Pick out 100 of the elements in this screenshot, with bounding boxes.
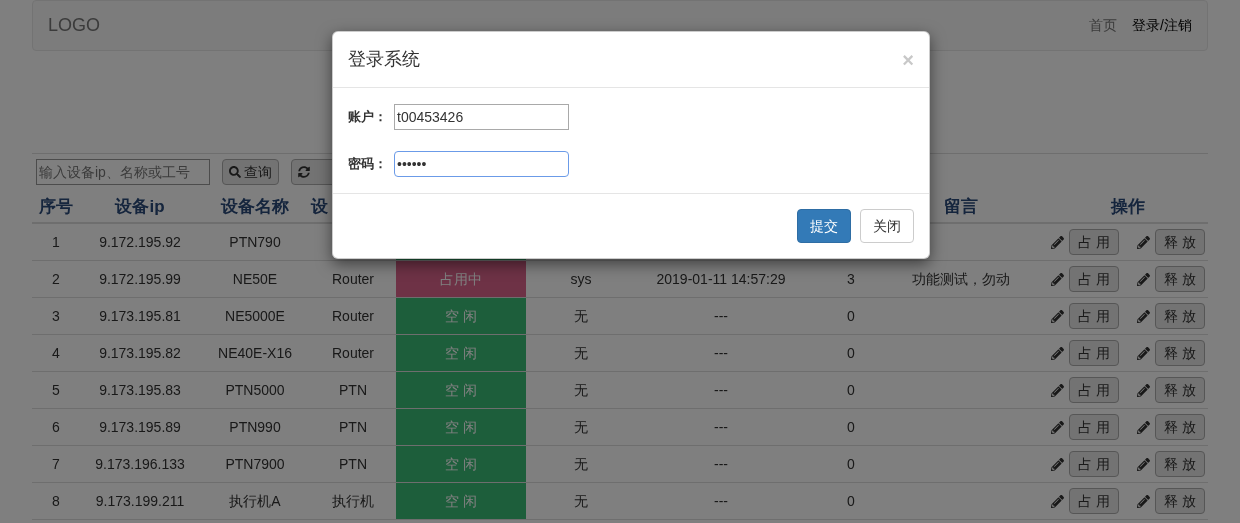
- input-field[interactable]: t00453426: [394, 104, 569, 130]
- table-cell-text: 无: [574, 306, 588, 326]
- status-cell: 占用中: [396, 261, 526, 297]
- action-button[interactable]: 占 用: [1069, 266, 1119, 292]
- table-cell-text: 5: [52, 380, 60, 400]
- dialog-title: 登录系统: [348, 48, 420, 71]
- table-cell-text: 0: [847, 417, 855, 437]
- pencil-icon: [1051, 309, 1065, 323]
- table-cell-text: PTN: [339, 380, 367, 400]
- pencil-icon: [1051, 420, 1065, 434]
- table-cell-text: 3: [847, 269, 855, 289]
- status-cell: 空 闲: [396, 372, 526, 408]
- table-cell-text: PTN: [339, 454, 367, 474]
- table-cell-text: 无: [574, 454, 588, 474]
- nav-link[interactable]: 登录/注销: [1132, 15, 1192, 36]
- table-cell-text: 0: [847, 306, 855, 326]
- submit-button[interactable]: 提交: [797, 209, 851, 243]
- query-button[interactable]: 查询: [222, 159, 279, 185]
- table-cell-text: PTN: [339, 417, 367, 437]
- table-cell-text: 0: [847, 454, 855, 474]
- table-cell-text: 9.173.195.83: [99, 380, 181, 400]
- column-header: 序号: [39, 196, 73, 219]
- pencil-icon: [1137, 235, 1150, 249]
- status-cell: 空 闲: [396, 446, 526, 482]
- pencil-icon: [1137, 494, 1150, 508]
- table-cell-text: 无: [574, 491, 588, 511]
- table-cell-text: PTN5000: [225, 380, 285, 400]
- pencil-icon: [1137, 272, 1150, 286]
- table-cell-text: 0: [847, 491, 855, 511]
- action-button[interactable]: 占 用: [1069, 340, 1119, 366]
- table-cell-text: 0: [847, 380, 855, 400]
- table-cell-text: 2019-01-11 14:57:29: [656, 269, 786, 289]
- table-cell-text: ---: [714, 380, 728, 400]
- pencil-icon: [1137, 457, 1150, 471]
- column-header: 操作: [1111, 196, 1145, 219]
- table-cell-text: ---: [714, 343, 728, 363]
- column-header: 设: [311, 196, 328, 219]
- table-cell-text: 7: [52, 454, 60, 474]
- table-cell-text: 9.173.196.133: [95, 454, 185, 474]
- table-cell-text: NE50E: [232, 269, 278, 289]
- pencil-icon: [1137, 383, 1150, 397]
- table-cell-text: 2: [52, 269, 60, 289]
- table-cell-text: 9.173.199.211: [95, 491, 185, 511]
- table-cell-text: Router: [332, 343, 374, 363]
- pencil-icon: [1051, 383, 1065, 397]
- pencil-icon: [1137, 420, 1150, 434]
- table-cell-text: 9.173.195.81: [99, 306, 181, 326]
- action-button[interactable]: 释 放: [1155, 377, 1205, 403]
- input-field[interactable]: ••••••: [394, 151, 569, 177]
- action-button[interactable]: 释 放: [1155, 229, 1205, 255]
- table-cell-text: PTN7900: [225, 454, 285, 474]
- pencil-icon: [1051, 235, 1065, 249]
- table-cell-text: ---: [714, 306, 728, 326]
- table-cell-text: NE40E-X16: [218, 343, 292, 363]
- action-button[interactable]: 释 放: [1155, 266, 1205, 292]
- table-cell-text: ---: [714, 454, 728, 474]
- search-field[interactable]: 输入设备ip、名称或工号: [36, 159, 210, 185]
- field-label: 账户：: [348, 108, 388, 127]
- action-button[interactable]: 释 放: [1155, 488, 1205, 514]
- table-cell-text: 9.172.195.92: [99, 232, 181, 252]
- pencil-icon: [1051, 272, 1065, 286]
- table-cell-text: 3: [52, 306, 60, 326]
- table-cell-text: Router: [332, 269, 374, 289]
- status-cell: 空 闲: [396, 335, 526, 371]
- action-button[interactable]: 占 用: [1069, 414, 1119, 440]
- action-button[interactable]: 占 用: [1069, 451, 1119, 477]
- table-cell-text: PTN990: [229, 417, 281, 437]
- table-cell-text: 无: [574, 417, 588, 437]
- pencil-icon: [1051, 494, 1065, 508]
- table-cell-text: sys: [570, 269, 592, 289]
- table-cell-text: 8: [52, 491, 60, 511]
- table-cell-text: NE5000E: [225, 306, 285, 326]
- action-button[interactable]: 释 放: [1155, 451, 1205, 477]
- table-cell-text: 执行机A: [229, 491, 281, 511]
- action-button[interactable]: 占 用: [1069, 488, 1119, 514]
- nav-link[interactable]: 首页: [1089, 15, 1118, 36]
- dialog-button[interactable]: 关闭: [860, 209, 914, 243]
- table-cell-text: 执行机: [332, 491, 374, 511]
- table-cell-text: 0: [847, 343, 855, 363]
- action-button[interactable]: 释 放: [1155, 414, 1205, 440]
- action-button[interactable]: 释 放: [1155, 340, 1205, 366]
- table-cell-text: 无: [574, 343, 588, 363]
- table-cell-text: Router: [332, 306, 374, 326]
- status-cell: 空 闲: [396, 483, 526, 519]
- column-header: 设备ip: [115, 196, 165, 219]
- logo: LOGO: [48, 14, 100, 37]
- search-icon: [229, 166, 241, 178]
- action-button[interactable]: 占 用: [1069, 303, 1119, 329]
- table-cell-text: PTN790: [229, 232, 281, 252]
- table-cell-text: 6: [52, 417, 60, 437]
- pencil-icon: [1137, 346, 1150, 360]
- action-button[interactable]: 占 用: [1069, 377, 1119, 403]
- action-button[interactable]: 释 放: [1155, 303, 1205, 329]
- table-cell-text: 1: [52, 232, 60, 252]
- column-header: 留言: [944, 196, 978, 219]
- action-button[interactable]: 占 用: [1069, 229, 1119, 255]
- pencil-icon: [1051, 346, 1065, 360]
- table-cell-text: ---: [714, 417, 728, 437]
- table-cell-text: ---: [714, 491, 728, 511]
- refresh-icon: [298, 166, 310, 178]
